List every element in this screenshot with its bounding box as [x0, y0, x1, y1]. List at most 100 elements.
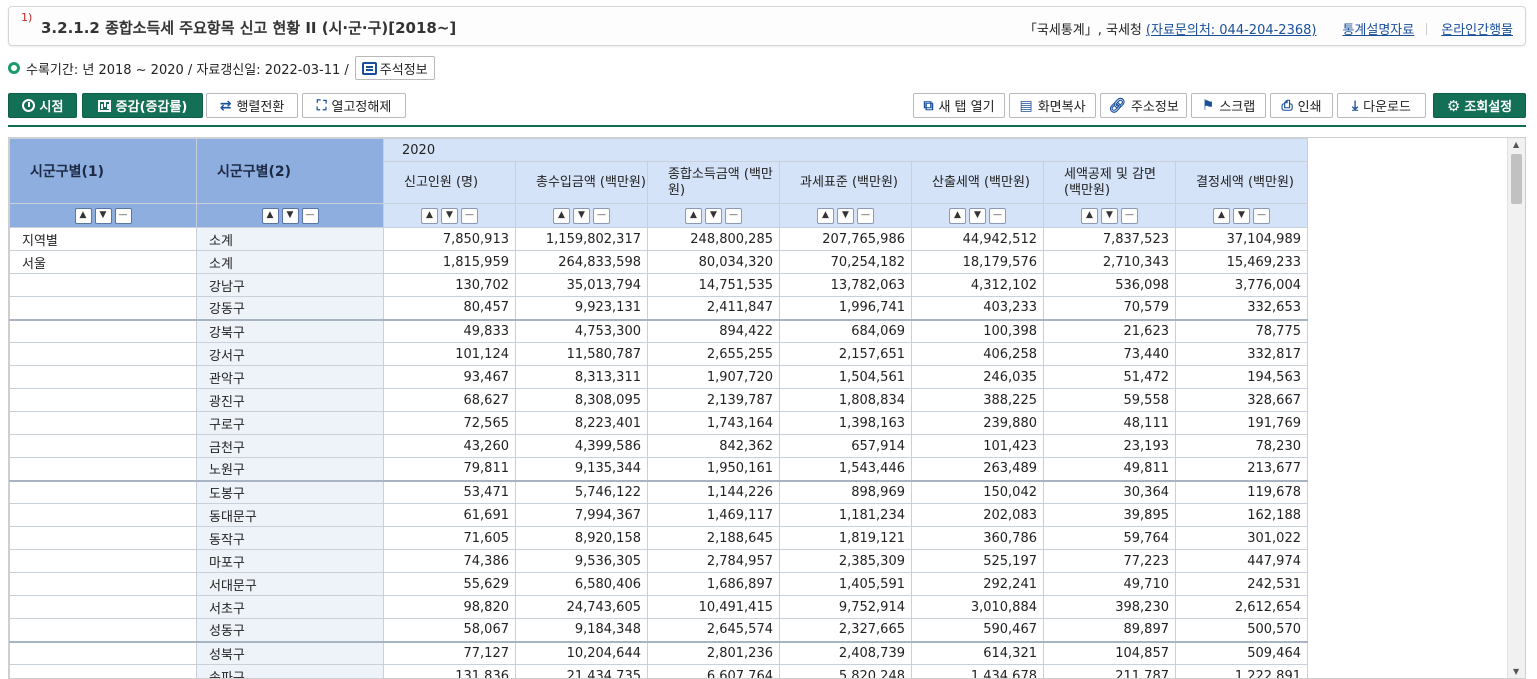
region-level2-cell: 서대문구: [196, 572, 384, 596]
download-button[interactable]: ⤓ 다운로드: [1337, 93, 1426, 118]
note-info-button[interactable]: 주석정보: [354, 56, 435, 80]
hide-column-icon[interactable]: —: [593, 207, 610, 224]
hide-column-icon[interactable]: —: [114, 207, 132, 224]
sort-descending-icon[interactable]: ▼: [837, 207, 854, 224]
hide-column-icon[interactable]: —: [989, 207, 1006, 224]
sort-ascending-icon[interactable]: ▲: [553, 207, 570, 224]
value-cell: 59,558: [1043, 388, 1176, 412]
print-button[interactable]: ⎙ 인쇄: [1270, 93, 1333, 118]
value-cell: 49,710: [1043, 572, 1176, 596]
sort-ascending-icon[interactable]: ▲: [685, 207, 702, 224]
side-header-1[interactable]: 시군구별(1): [9, 138, 197, 204]
sort-ascending-icon[interactable]: ▲: [817, 207, 834, 224]
value-cell: 18,179,576: [911, 250, 1044, 274]
pivot-button[interactable]: ⇄ 행렬전환: [206, 93, 298, 118]
sort-descending-icon[interactable]: ▼: [573, 207, 590, 224]
sort-descending-icon[interactable]: ▼: [1101, 207, 1118, 224]
screen-copy-button[interactable]: ▤ 화면복사: [1009, 93, 1096, 118]
value-cell: 246,035: [911, 365, 1044, 389]
link-divider: [1426, 22, 1428, 35]
online-publication-link[interactable]: 온라인간행물: [1441, 19, 1513, 38]
scrap-button[interactable]: ⚑ 스크랩: [1191, 93, 1266, 118]
sort-descending-icon[interactable]: ▼: [441, 207, 458, 224]
value-cell: 2,612,654: [1175, 595, 1308, 619]
sort-descending-icon[interactable]: ▼: [94, 207, 112, 224]
scrollbar-thumb[interactable]: [1511, 154, 1522, 204]
value-cell: 684,069: [779, 318, 912, 343]
value-cell: 842,362: [647, 434, 780, 458]
hide-column-icon[interactable]: —: [725, 207, 742, 224]
data-table-container: 시군구별(1) 시군구별(2) 2020 신고인원 (명) 총수입금액 (백만원)…: [8, 137, 1526, 679]
value-cell: 2,655,255: [647, 342, 780, 366]
hide-column-icon[interactable]: —: [857, 207, 874, 224]
value-cell: 4,399,586: [515, 434, 648, 458]
region-level1-cell: [9, 618, 197, 642]
sort-descending-icon[interactable]: ▼: [1233, 207, 1250, 224]
table-row: 동작구 71,605 8,920,158 2,188,645 1,819,121 360,…: [9, 526, 1308, 550]
value-cell: 2,139,787: [647, 388, 780, 412]
new-tab-button[interactable]: ⧉ 새 탭 열기: [913, 93, 1005, 118]
table-row: 강남구 130,702 35,013,794 14,751,535 13,782,063…: [9, 273, 1308, 297]
value-cell: 1,504,561: [779, 365, 912, 389]
sort-ascending-icon[interactable]: ▲: [421, 207, 438, 224]
unfix-columns-button[interactable]: ⛶ 열고정해제: [302, 93, 406, 118]
region-level1-cell: [9, 296, 197, 320]
query-settings-button[interactable]: ⚙ 조회설정: [1433, 93, 1526, 118]
region-level1-cell: [9, 411, 197, 435]
value-cell: 55,629: [383, 572, 516, 596]
hide-column-icon[interactable]: —: [461, 207, 478, 224]
value-cell: 7,837,523: [1043, 227, 1176, 251]
table-row: 성북구 77,127 10,204,644 2,801,236 2,408,739 614…: [9, 640, 1308, 665]
hide-column-icon[interactable]: —: [1121, 207, 1138, 224]
side-header-2[interactable]: 시군구별(2): [196, 138, 384, 204]
hide-column-icon[interactable]: —: [1253, 207, 1270, 224]
value-cell: 248,800,285: [647, 227, 780, 251]
contact-link[interactable]: (자료문의처: 044-204-2368): [1146, 19, 1317, 38]
region-level2-cell: 송파구: [196, 664, 384, 678]
year-header[interactable]: 2020: [383, 138, 1308, 162]
column-header[interactable]: 세액공제 및 감면 (백만원): [1043, 161, 1176, 204]
download-icon: ⤓: [1351, 97, 1359, 114]
region-level2-cell: 관악구: [196, 365, 384, 389]
value-cell: 1,434,678: [911, 664, 1044, 678]
column-header[interactable]: 과세표준 (백만원): [779, 161, 912, 204]
value-cell: 10,204,644: [515, 640, 648, 665]
table-row: 지역별 소계 7,850,913 1,159,802,317 248,800,285 20…: [9, 227, 1308, 251]
sort-ascending-icon[interactable]: ▲: [949, 207, 966, 224]
scroll-down-icon[interactable]: ▼: [1513, 667, 1519, 676]
hide-column-icon[interactable]: —: [301, 207, 319, 224]
value-cell: 119,678: [1175, 479, 1308, 504]
value-cell: 447,974: [1175, 549, 1308, 573]
sort-ascending-icon[interactable]: ▲: [261, 207, 279, 224]
value-cell: 328,667: [1175, 388, 1308, 412]
stats-description-link[interactable]: 통계설명자료: [1342, 19, 1414, 38]
address-info-button[interactable]: 🔗︎ 주소정보: [1100, 93, 1187, 118]
column-header[interactable]: 신고인원 (명): [383, 161, 516, 204]
region-level2-cell: 동대문구: [196, 503, 384, 527]
sort-descending-icon[interactable]: ▼: [969, 207, 986, 224]
sort-descending-icon[interactable]: ▼: [705, 207, 722, 224]
region-level1-cell: [9, 479, 197, 504]
sort-descending-icon[interactable]: ▼: [281, 207, 299, 224]
side-controls-1: ▲ ▼ —: [9, 203, 197, 228]
column-controls: ▲ ▼ —: [779, 203, 912, 228]
change-rate-button[interactable]: 증감(증감률): [82, 93, 203, 118]
address-info-label: 주소정보: [1130, 100, 1179, 115]
timepoint-button[interactable]: 시점: [8, 93, 77, 118]
column-header[interactable]: 결정세액 (백만원): [1175, 161, 1308, 204]
value-cell: 77,223: [1043, 549, 1176, 573]
region-level2-cell: 소계: [196, 250, 384, 274]
bookmark-icon: ⚑: [1201, 97, 1215, 114]
value-cell: 70,254,182: [779, 250, 912, 274]
sort-ascending-icon[interactable]: ▲: [74, 207, 92, 224]
value-cell: 6,607,764: [647, 664, 780, 678]
meta-line: 수록기간: 년 2018 ~ 2020 / 자료갱신일: 2022-03-11 …: [8, 56, 435, 80]
column-header[interactable]: 총수입금액 (백만원): [515, 161, 648, 204]
column-header[interactable]: 산출세액 (백만원): [911, 161, 1044, 204]
column-header[interactable]: 종합소득금액 (백만원): [647, 161, 780, 204]
scroll-up-icon[interactable]: ▲: [1513, 140, 1519, 149]
sort-ascending-icon[interactable]: ▲: [1213, 207, 1230, 224]
vertical-scrollbar[interactable]: ▲ ▼: [1507, 138, 1525, 678]
value-cell: 1,950,161: [647, 457, 780, 481]
sort-ascending-icon[interactable]: ▲: [1081, 207, 1098, 224]
